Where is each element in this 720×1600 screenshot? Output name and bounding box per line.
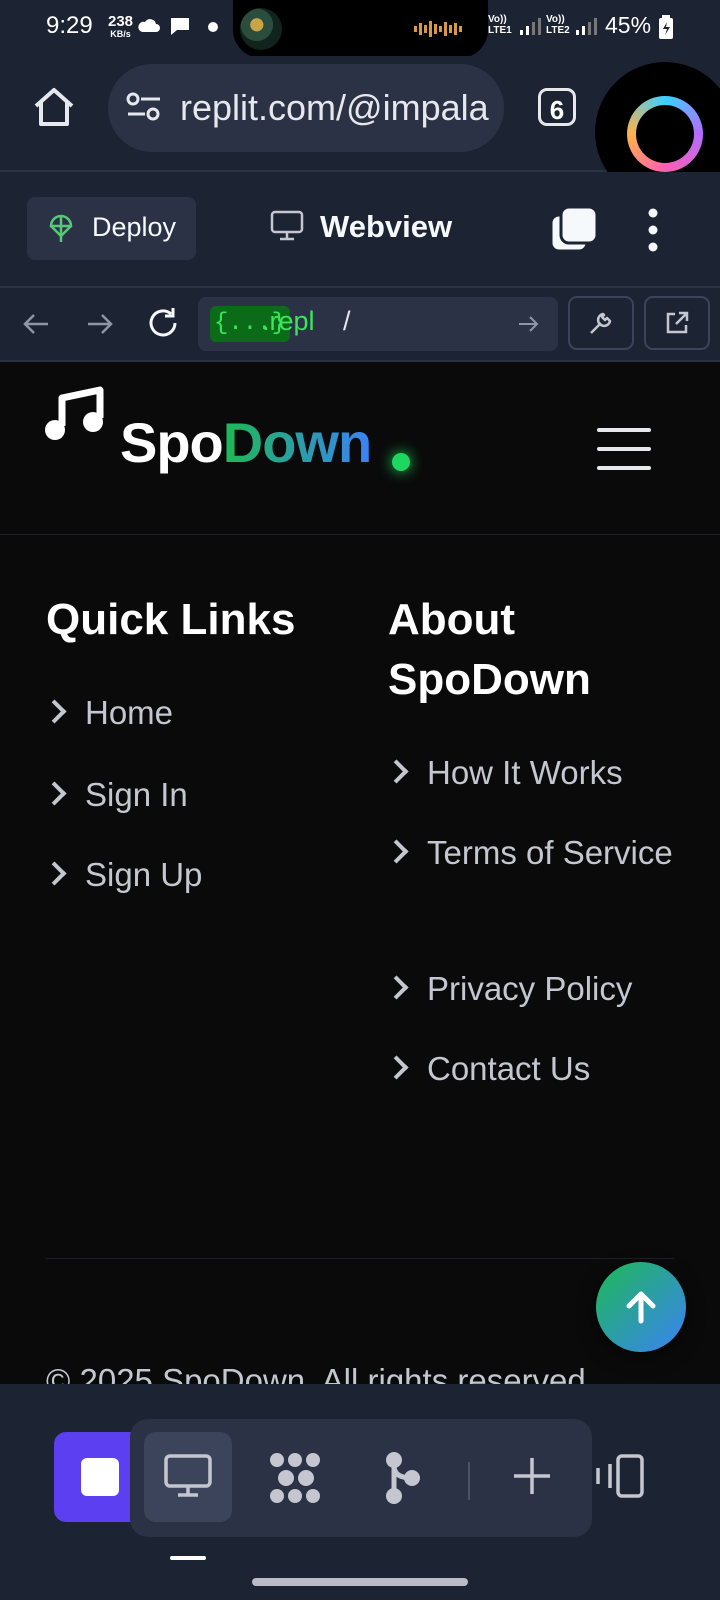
gesture-handle[interactable] <box>252 1578 468 1586</box>
signal-icon <box>576 18 597 35</box>
external-link-icon <box>666 311 689 334</box>
go-arrow-icon[interactable] <box>518 314 540 334</box>
menu-icon[interactable] <box>597 428 651 470</box>
footer-link-contact[interactable]: Contact Us <box>384 1042 590 1096</box>
footer-divider <box>46 1258 674 1259</box>
arrow-up-icon <box>626 1291 656 1324</box>
media-thumbnail[interactable] <box>240 8 282 50</box>
quick-links-heading: Quick Links <box>46 595 296 644</box>
reload-icon[interactable] <box>146 306 180 340</box>
stop-icon <box>81 1458 119 1496</box>
home-icon[interactable] <box>32 86 76 128</box>
wrench-icon <box>590 312 612 334</box>
notification-dot <box>208 22 218 32</box>
about-heading: About SpoDown <box>388 595 591 704</box>
status-time: 9:29 <box>46 12 93 39</box>
audio-wave-icon <box>414 21 462 37</box>
battery-icon <box>659 15 673 39</box>
footer-link-how-it-works[interactable]: How It Works <box>384 746 623 800</box>
address-path[interactable]: / <box>343 306 351 337</box>
header-divider <box>0 534 720 535</box>
music-note-icon <box>45 386 104 440</box>
network-speed: 238 KB/s <box>108 13 134 39</box>
url-text[interactable]: replit.com/@impala <box>180 87 490 129</box>
more-options-icon[interactable] <box>645 208 661 252</box>
footer-link-sign-up[interactable]: Sign Up <box>42 848 202 902</box>
footer-link-terms[interactable]: Terms of Service <box>384 826 698 880</box>
forward-arrow-icon[interactable] <box>86 312 114 336</box>
tab-separator <box>468 1462 470 1500</box>
webview-tab-title[interactable]: Webview <box>320 209 452 245</box>
sim2-label: Vo)) LTE2 <box>546 14 570 36</box>
git-icon[interactable] <box>384 1452 424 1504</box>
footer-link-privacy[interactable]: Privacy Policy <box>384 962 632 1016</box>
tabs-overview-icon[interactable] <box>550 206 598 252</box>
layout-switch-icon[interactable] <box>594 1454 648 1498</box>
repl-domain: .repl <box>262 306 315 336</box>
deploy-icon <box>49 214 73 242</box>
site-settings-icon[interactable] <box>126 92 162 122</box>
message-icon <box>171 18 189 35</box>
monitor-icon <box>164 1454 212 1497</box>
agent-icon[interactable] <box>268 1452 324 1504</box>
battery-percent: 45% <box>605 12 652 38</box>
back-arrow-icon[interactable] <box>22 312 50 336</box>
monitor-icon <box>270 210 304 241</box>
signal-icon <box>520 18 541 35</box>
tab-switcher-button[interactable]: 6 <box>538 88 576 126</box>
footer-link-sign-in[interactable]: Sign In <box>42 768 188 822</box>
cloud-icon <box>138 19 160 32</box>
add-tab-icon[interactable] <box>512 1456 552 1496</box>
logo-dot <box>392 453 410 471</box>
site-logo[interactable]: SpoDown <box>120 410 372 475</box>
footer-link-home[interactable]: Home <box>42 686 173 740</box>
deploy-label: Deploy <box>92 212 177 242</box>
sim1-label: Vo)) LTE1 <box>488 14 512 36</box>
active-tab-indicator <box>170 1556 206 1560</box>
